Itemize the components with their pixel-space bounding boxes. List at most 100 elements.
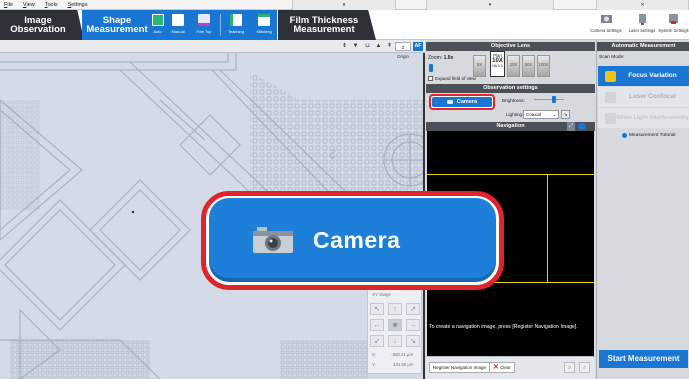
tab-film-thickness-label: Film Thickness Measurement	[289, 15, 359, 35]
brightness-slider[interactable]	[530, 96, 566, 103]
zoom-value: 1.0x	[443, 55, 454, 61]
expand-fov-option[interactable]: Expand field of view	[428, 76, 476, 81]
tab-film-thickness[interactable]: Film Thickness Measurement	[278, 10, 376, 40]
laser-settings-icon	[638, 14, 646, 25]
camera-callout-label: Camera	[313, 226, 401, 253]
expand-fov-checkbox[interactable]	[428, 76, 433, 81]
stage-up-left-button[interactable]: ↖	[370, 303, 384, 315]
menu-tools[interactable]: Tools	[41, 2, 64, 8]
brightness-thumb[interactable]	[552, 96, 556, 103]
camera-settings-button[interactable]: Camera Settings	[588, 12, 624, 38]
lens-10x[interactable]: Plan 10X NA 0.3	[490, 51, 505, 77]
stage-down-left-button[interactable]: ↙	[370, 335, 384, 347]
white-light-icon	[605, 112, 616, 124]
observation-settings-title: Observation settings	[426, 84, 595, 93]
register-navigation-button[interactable]: Register Navigation Image	[429, 362, 491, 373]
ribbon: Image Observation Shape Measurement Auto…	[0, 10, 689, 40]
svg-text:2: 2	[329, 147, 336, 161]
navigation-actions: Register Navigation Image ✕ Clear ⌕ ⌕	[426, 356, 595, 379]
stitching-icon	[258, 14, 270, 26]
stage-right-button[interactable]: →	[406, 319, 420, 331]
tool-auto-label: Auto	[153, 29, 162, 34]
system-settings-button[interactable]: System Settings	[658, 12, 689, 38]
stage-y-readout: Y: 434.88 µm	[372, 362, 414, 367]
tool-stitching-button[interactable]: Stitching	[252, 11, 276, 39]
clear-icon: ✕	[493, 364, 499, 371]
camera-button[interactable]: Camera	[432, 97, 492, 107]
tool-teaching-button[interactable]: Teaching	[225, 11, 247, 39]
zoom-out-icon[interactable]: ⌕	[579, 362, 590, 373]
measurement-tutorial-link[interactable]: Measurement Tutorial	[622, 133, 675, 138]
tool-teaching-label: Teaching	[227, 29, 244, 34]
tool-manual-button[interactable]: Manual	[168, 11, 188, 39]
tool-manual-label: Manual	[171, 29, 185, 34]
z-origin-button[interactable]: Z Origin	[395, 42, 411, 59]
lens-20x[interactable]: 20X	[507, 55, 520, 77]
nav-guide-line-v	[547, 174, 548, 282]
zoom-slider[interactable]	[429, 64, 433, 72]
tab-image-observation-label: Image Observation	[10, 15, 66, 35]
z-down-fast-button[interactable]: ⇟	[340, 42, 349, 51]
measurement-tutorial-label: Measurement Tutorial	[629, 133, 676, 138]
laser-settings-button[interactable]: Laser Settings	[626, 12, 658, 38]
xy-stage-control: XY Stage ↖ ↑ ↗ ← ■ → ↙ ↓ ↘ X: -550.21 µm…	[367, 288, 422, 374]
tool-auto-button[interactable]: Auto	[150, 11, 165, 39]
tab-shape-measurement-label: Shape Measurement	[86, 15, 148, 35]
scan-mode-white-light[interactable]: White Light Interferometry	[598, 108, 689, 128]
z-home-button[interactable]: ⊔	[363, 42, 372, 51]
camera-settings-label: Camera Settings	[590, 28, 622, 33]
tool-film-top-label: Film Top	[196, 29, 212, 34]
viewer-toolbar: ⇟ ▼ ⊔ ▲ ⇞ Z Origin AF	[0, 40, 425, 59]
focus-variation-label: Focus Variation	[628, 71, 677, 79]
stage-down-button[interactable]: ↓	[388, 335, 402, 347]
camera-button-label: Camera	[456, 99, 478, 105]
manual-icon	[172, 14, 184, 26]
lens-50x[interactable]: 50X	[522, 55, 535, 77]
top-close-button[interactable]: ✕	[596, 0, 689, 10]
camera-icon-large	[253, 227, 293, 253]
top-dropdown-1[interactable]: ▾	[292, 0, 396, 10]
lighting-adjust-button[interactable]: ↘	[561, 110, 570, 119]
z-up-fast-button[interactable]: ⇞	[385, 42, 394, 51]
clear-button-label: Clear	[500, 365, 511, 370]
teaching-icon	[230, 14, 242, 26]
lens-10x-na: NA 0.3	[492, 64, 503, 68]
tool-film-top-button[interactable]: Film Top	[193, 11, 215, 39]
scan-mode-label: Scan Mode:	[599, 55, 625, 60]
z-down-button[interactable]: ▼	[351, 42, 360, 51]
zoom-label: Zoom:	[428, 55, 443, 61]
stage-up-right-button[interactable]: ↗	[406, 303, 420, 315]
help-icon	[622, 133, 627, 138]
stage-stop-button[interactable]: ■	[388, 319, 402, 331]
menu-view[interactable]: View	[19, 2, 41, 8]
lens-100x[interactable]: 100X	[537, 55, 550, 77]
navigation-settings-icon[interactable]	[578, 123, 586, 130]
stage-down-right-button[interactable]: ↘	[406, 335, 420, 347]
system-settings-label: System Settings	[658, 28, 689, 33]
white-light-label: White Light Interferometry	[616, 114, 689, 121]
menu-file[interactable]: File	[0, 2, 19, 8]
lens-5x[interactable]: 5X	[473, 55, 486, 77]
start-measurement-button[interactable]: Start Measurement	[599, 350, 688, 368]
scan-mode-focus-variation[interactable]: Focus Variation	[598, 66, 689, 86]
z-up-button[interactable]: ▲	[374, 42, 383, 51]
zoom-in-icon[interactable]: ⌕	[564, 362, 575, 373]
stage-up-button[interactable]: ↑	[388, 303, 402, 315]
film-top-icon	[198, 14, 210, 26]
menu-settings[interactable]: Settings	[64, 2, 94, 8]
automatic-measurement-title: Automatic Measurement	[597, 42, 689, 51]
navigation-expand-icon[interactable]: ⤢	[567, 122, 575, 131]
camera-icon	[446, 100, 453, 104]
camera-callout-button[interactable]: Camera	[209, 198, 496, 282]
autofocus-button[interactable]: AF	[413, 42, 423, 51]
lighting-value: Coaxial	[526, 112, 542, 117]
nav-guide-line	[427, 174, 594, 175]
tab-image-observation[interactable]: Image Observation	[0, 10, 84, 40]
stage-left-button[interactable]: ←	[370, 319, 384, 331]
clear-button[interactable]: ✕ Clear	[489, 362, 515, 373]
top-dropdown-2[interactable]: ▾	[426, 0, 554, 10]
scan-mode-laser-confocal[interactable]: Laser Confocal	[598, 87, 689, 107]
lighting-select[interactable]: Coaxial ⌄	[523, 110, 559, 119]
stage-y-value: 434.88	[393, 362, 407, 367]
laser-confocal-label: Laser Confocal	[629, 92, 676, 100]
